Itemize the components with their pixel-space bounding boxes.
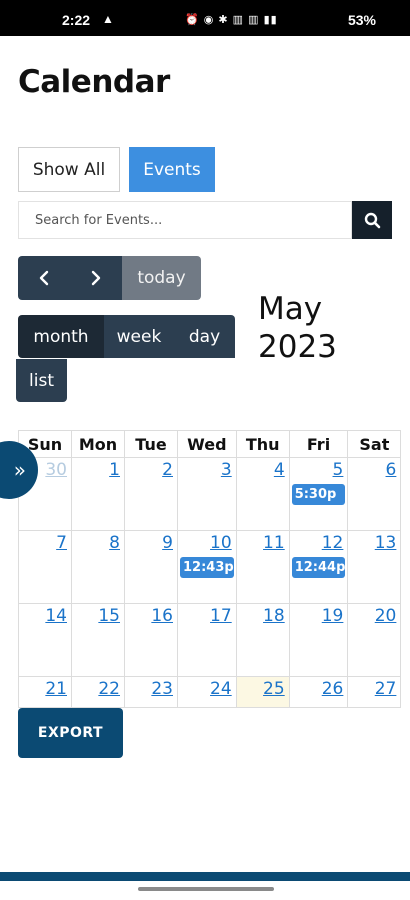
view-day-button[interactable]: day (174, 315, 235, 358)
day-number-link[interactable]: 25 (237, 677, 289, 699)
day-cell[interactable]: 19 (288, 603, 349, 677)
day-number-link[interactable]: 2 (125, 458, 177, 480)
chevron-right-icon (91, 270, 101, 286)
chevron-left-icon (39, 270, 49, 286)
day-cell[interactable]: 23 (124, 676, 178, 708)
view-list-button[interactable]: list (16, 359, 67, 402)
day-number-link[interactable]: 16 (125, 604, 177, 626)
day-cell[interactable]: 12 12:44p (288, 530, 349, 604)
day-number-link[interactable]: 1 (72, 458, 124, 480)
day-cell[interactable]: 15 (71, 603, 125, 677)
day-cell[interactable]: 18 (235, 603, 290, 677)
today-button[interactable]: today (122, 256, 201, 300)
day-number-link[interactable]: 5 (290, 458, 348, 480)
day-cell[interactable]: 16 (124, 603, 178, 677)
calendar-week-row: 7 8 9 10 12:43p 11 12 12:44p 13 (18, 530, 402, 604)
calendar-grid: Sun Mon Tue Wed Thu Fri Sat 30 1 2 3 4 5 5:30p 6 7 8 9 10… (18, 430, 402, 708)
view-week-button[interactable]: week (104, 315, 174, 358)
day-number-link[interactable]: 9 (125, 531, 177, 553)
weekday-header: Sat (347, 430, 402, 458)
status-time: 2:22 (62, 12, 91, 28)
notification-icon: ▲ (102, 12, 114, 26)
show-all-button[interactable]: Show All (18, 147, 120, 192)
export-button[interactable]: EXPORT (18, 708, 123, 758)
view-month-button[interactable]: month (18, 315, 104, 358)
day-number-link[interactable]: 7 (19, 531, 71, 553)
day-number-link[interactable]: 14 (19, 604, 71, 626)
day-number-link[interactable]: 21 (19, 677, 71, 699)
day-number-link[interactable]: 26 (290, 677, 348, 699)
day-cell[interactable]: 8 (71, 530, 125, 604)
day-cell[interactable]: 25 (235, 676, 290, 708)
next-button[interactable] (70, 256, 122, 300)
day-cell[interactable]: 10 12:43p (177, 530, 237, 604)
status-icons: ⏰ ◉ ✱ ▥ ▥ ▮▮ (185, 14, 278, 26)
day-cell[interactable]: 26 (288, 676, 349, 708)
day-cell[interactable]: 3 (177, 457, 237, 531)
day-cell[interactable]: 22 (71, 676, 125, 708)
day-cell[interactable]: 7 (18, 530, 72, 604)
weekday-header: Tue (124, 430, 178, 458)
battery-level: 53% (347, 12, 376, 28)
day-number-link[interactable]: 15 (72, 604, 124, 626)
page-title: Calendar (18, 64, 170, 100)
day-number-link[interactable]: 10 (178, 531, 236, 553)
day-cell[interactable]: 4 (235, 457, 290, 531)
day-cell[interactable]: 1 (71, 457, 125, 531)
search-icon (364, 212, 380, 228)
calendar-nav-group: today (18, 256, 201, 300)
day-number-link[interactable]: 22 (72, 677, 124, 699)
day-number-link[interactable]: 20 (348, 604, 400, 626)
status-bar: 2:22 ▲ ⏰ ◉ ✱ ▥ ▥ ▮▮ 53% (0, 0, 410, 36)
day-cell[interactable]: 17 (177, 603, 237, 677)
day-cell[interactable]: 14 (18, 603, 72, 677)
calendar-event[interactable]: 5:30p (291, 484, 346, 505)
prev-button[interactable] (18, 256, 70, 300)
day-number-link[interactable]: 23 (125, 677, 177, 699)
search-input[interactable] (18, 201, 352, 239)
calendar-event[interactable]: 12:43p (180, 557, 234, 578)
month-title: May 2023 (258, 291, 337, 365)
day-number-link[interactable]: 11 (237, 531, 289, 553)
day-cell[interactable]: 20 (347, 603, 402, 677)
bottom-bar (0, 872, 410, 881)
day-number-link[interactable]: 17 (178, 604, 236, 626)
day-number-link[interactable]: 27 (348, 677, 400, 699)
double-chevron-right-icon: » (13, 458, 26, 482)
day-cell[interactable]: 21 (18, 676, 72, 708)
home-indicator[interactable] (138, 887, 274, 891)
search-button[interactable] (352, 201, 392, 239)
day-number-link[interactable]: 24 (178, 677, 236, 699)
calendar-week-row: 14 15 16 17 18 19 20 (18, 603, 402, 677)
day-number-link[interactable]: 12 (290, 531, 348, 553)
day-number-link[interactable]: 8 (72, 531, 124, 553)
day-cell[interactable]: 6 (347, 457, 402, 531)
day-cell[interactable]: 11 (235, 530, 290, 604)
weekday-header-row: Sun Mon Tue Wed Thu Fri Sat (18, 430, 402, 458)
day-cell[interactable]: 9 (124, 530, 178, 604)
day-number-link[interactable]: 3 (178, 458, 236, 480)
day-cell[interactable]: 2 (124, 457, 178, 531)
events-button[interactable]: Events (129, 147, 215, 192)
calendar-event[interactable]: 12:44p (291, 557, 346, 578)
calendar-week-row: 21 22 23 24 25 26 27 (18, 676, 402, 708)
day-number-link[interactable]: 19 (290, 604, 348, 626)
day-number-link[interactable]: 18 (237, 604, 289, 626)
weekday-header: Wed (177, 430, 237, 458)
day-number-link[interactable]: 13 (348, 531, 400, 553)
weekday-header: Fri (288, 430, 349, 458)
day-number-link[interactable]: 4 (237, 458, 289, 480)
weekday-header: Thu (235, 430, 290, 458)
day-cell[interactable]: 24 (177, 676, 237, 708)
calendar-week-row: 30 1 2 3 4 5 5:30p 6 (18, 457, 402, 531)
day-cell[interactable]: 5 5:30p (288, 457, 349, 531)
weekday-header: Mon (71, 430, 125, 458)
day-cell[interactable]: 13 (347, 530, 402, 604)
day-number-link[interactable]: 6 (348, 458, 400, 480)
day-cell[interactable]: 27 (347, 676, 402, 708)
